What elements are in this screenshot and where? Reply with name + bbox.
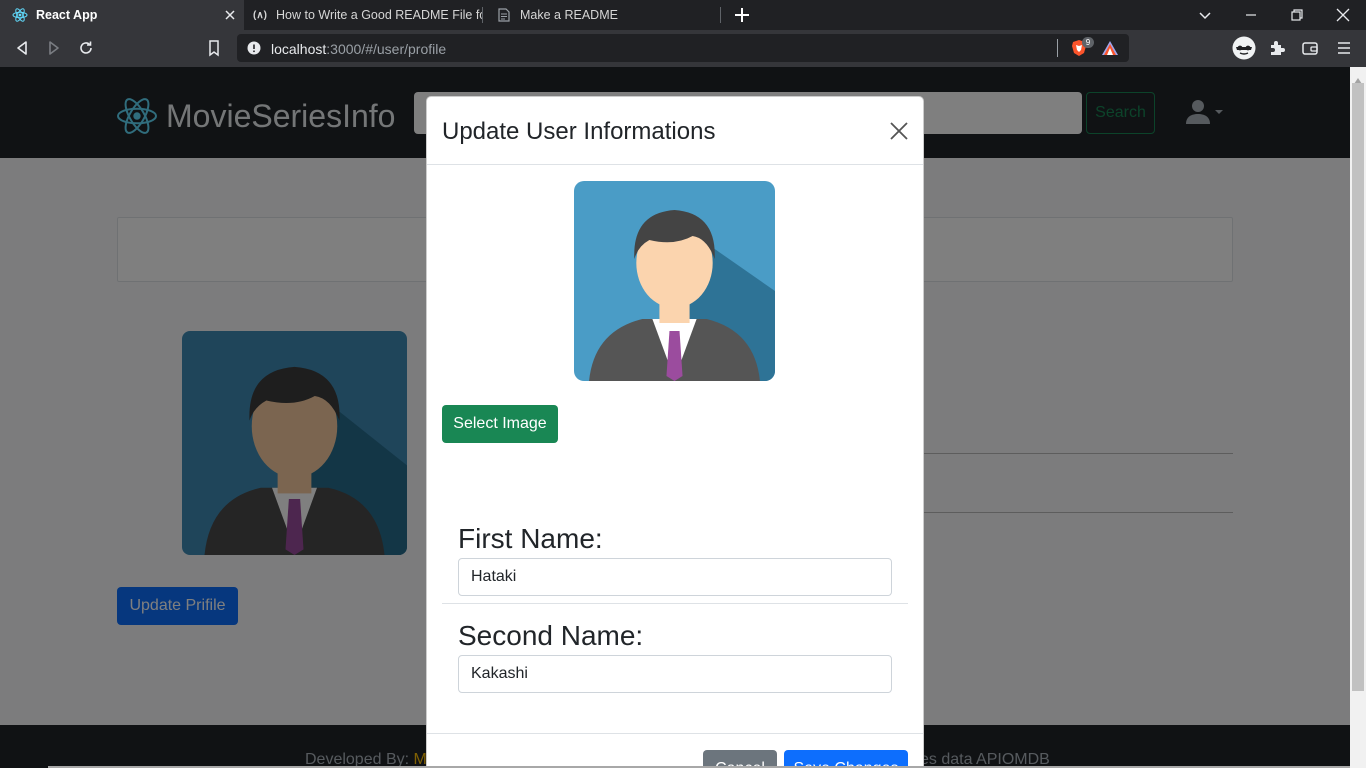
menu-icon[interactable] bbox=[1335, 39, 1353, 57]
restore-icon[interactable] bbox=[1288, 6, 1306, 24]
tab-label: Make a README bbox=[520, 8, 618, 22]
modal-profile-picture bbox=[574, 181, 775, 381]
scroll-up-icon[interactable] bbox=[1354, 71, 1362, 84]
tab-label: How to Write a Good README File for bbox=[276, 8, 482, 22]
close-icon[interactable] bbox=[889, 121, 909, 141]
wallet-icon[interactable] bbox=[1301, 39, 1319, 57]
site-info-icon[interactable] bbox=[247, 41, 261, 55]
react-icon bbox=[12, 7, 28, 23]
address-bar[interactable]: localhost:3000/#/user/profile 9 bbox=[237, 34, 1129, 62]
modal-footer: Cancel Save Changes bbox=[427, 733, 923, 768]
avatar-image bbox=[574, 181, 775, 381]
browser-toolbar: localhost:3000/#/user/profile 9 bbox=[0, 30, 1366, 67]
page-viewport: MovieSeriesInfo Search Update Prifile De… bbox=[0, 67, 1350, 768]
tab-readme-article[interactable]: (∧) How to Write a Good README File for bbox=[244, 0, 482, 30]
modal-title: Update User Informations bbox=[442, 118, 716, 145]
tab-label: React App bbox=[36, 8, 98, 22]
document-icon bbox=[496, 7, 512, 23]
brave-rewards-icon[interactable] bbox=[1101, 39, 1119, 57]
minimize-icon[interactable] bbox=[1242, 6, 1260, 24]
reload-icon[interactable] bbox=[77, 39, 95, 57]
url-host: localhost bbox=[271, 41, 327, 57]
back-icon[interactable] bbox=[13, 39, 31, 57]
url-text: localhost:3000/#/user/profile bbox=[271, 41, 446, 57]
vertical-scrollbar[interactable] bbox=[1350, 67, 1366, 768]
close-tab-icon[interactable] bbox=[222, 7, 238, 23]
shield-count-badge: 9 bbox=[1082, 37, 1094, 48]
scrollbar-thumb[interactable] bbox=[1352, 83, 1364, 691]
tab-search-icon[interactable] bbox=[1196, 6, 1214, 24]
select-image-button[interactable]: Select Image bbox=[442, 405, 558, 443]
modal-header: Update User Informations bbox=[427, 97, 923, 165]
field-divider bbox=[442, 603, 908, 604]
update-user-modal: Update User Informations Select Image Fi… bbox=[426, 96, 924, 768]
close-window-icon[interactable] bbox=[1334, 6, 1352, 24]
second-name-label: Second Name: bbox=[458, 620, 644, 651]
tab-divider bbox=[720, 7, 721, 23]
freecodecamp-icon: (∧) bbox=[253, 9, 267, 21]
address-divider bbox=[1057, 39, 1058, 57]
forward-icon[interactable] bbox=[45, 39, 63, 57]
second-name-input[interactable]: Kakashi bbox=[458, 655, 892, 693]
profile-avatar-icon[interactable] bbox=[1232, 36, 1256, 60]
tab-divider bbox=[482, 7, 483, 23]
tab-react-app[interactable]: React App bbox=[0, 0, 244, 30]
first-name-input[interactable]: Hataki bbox=[458, 558, 892, 596]
bookmark-icon[interactable] bbox=[205, 39, 223, 57]
tab-make-readme[interactable]: Make a README bbox=[484, 0, 720, 30]
first-name-label: First Name: bbox=[458, 523, 603, 554]
new-tab-icon[interactable] bbox=[732, 5, 752, 25]
url-path: :3000/#/user/profile bbox=[326, 41, 447, 57]
extensions-icon[interactable] bbox=[1268, 39, 1286, 57]
browser-tab-strip: React App (∧) How to Write a Good README… bbox=[0, 0, 1366, 30]
